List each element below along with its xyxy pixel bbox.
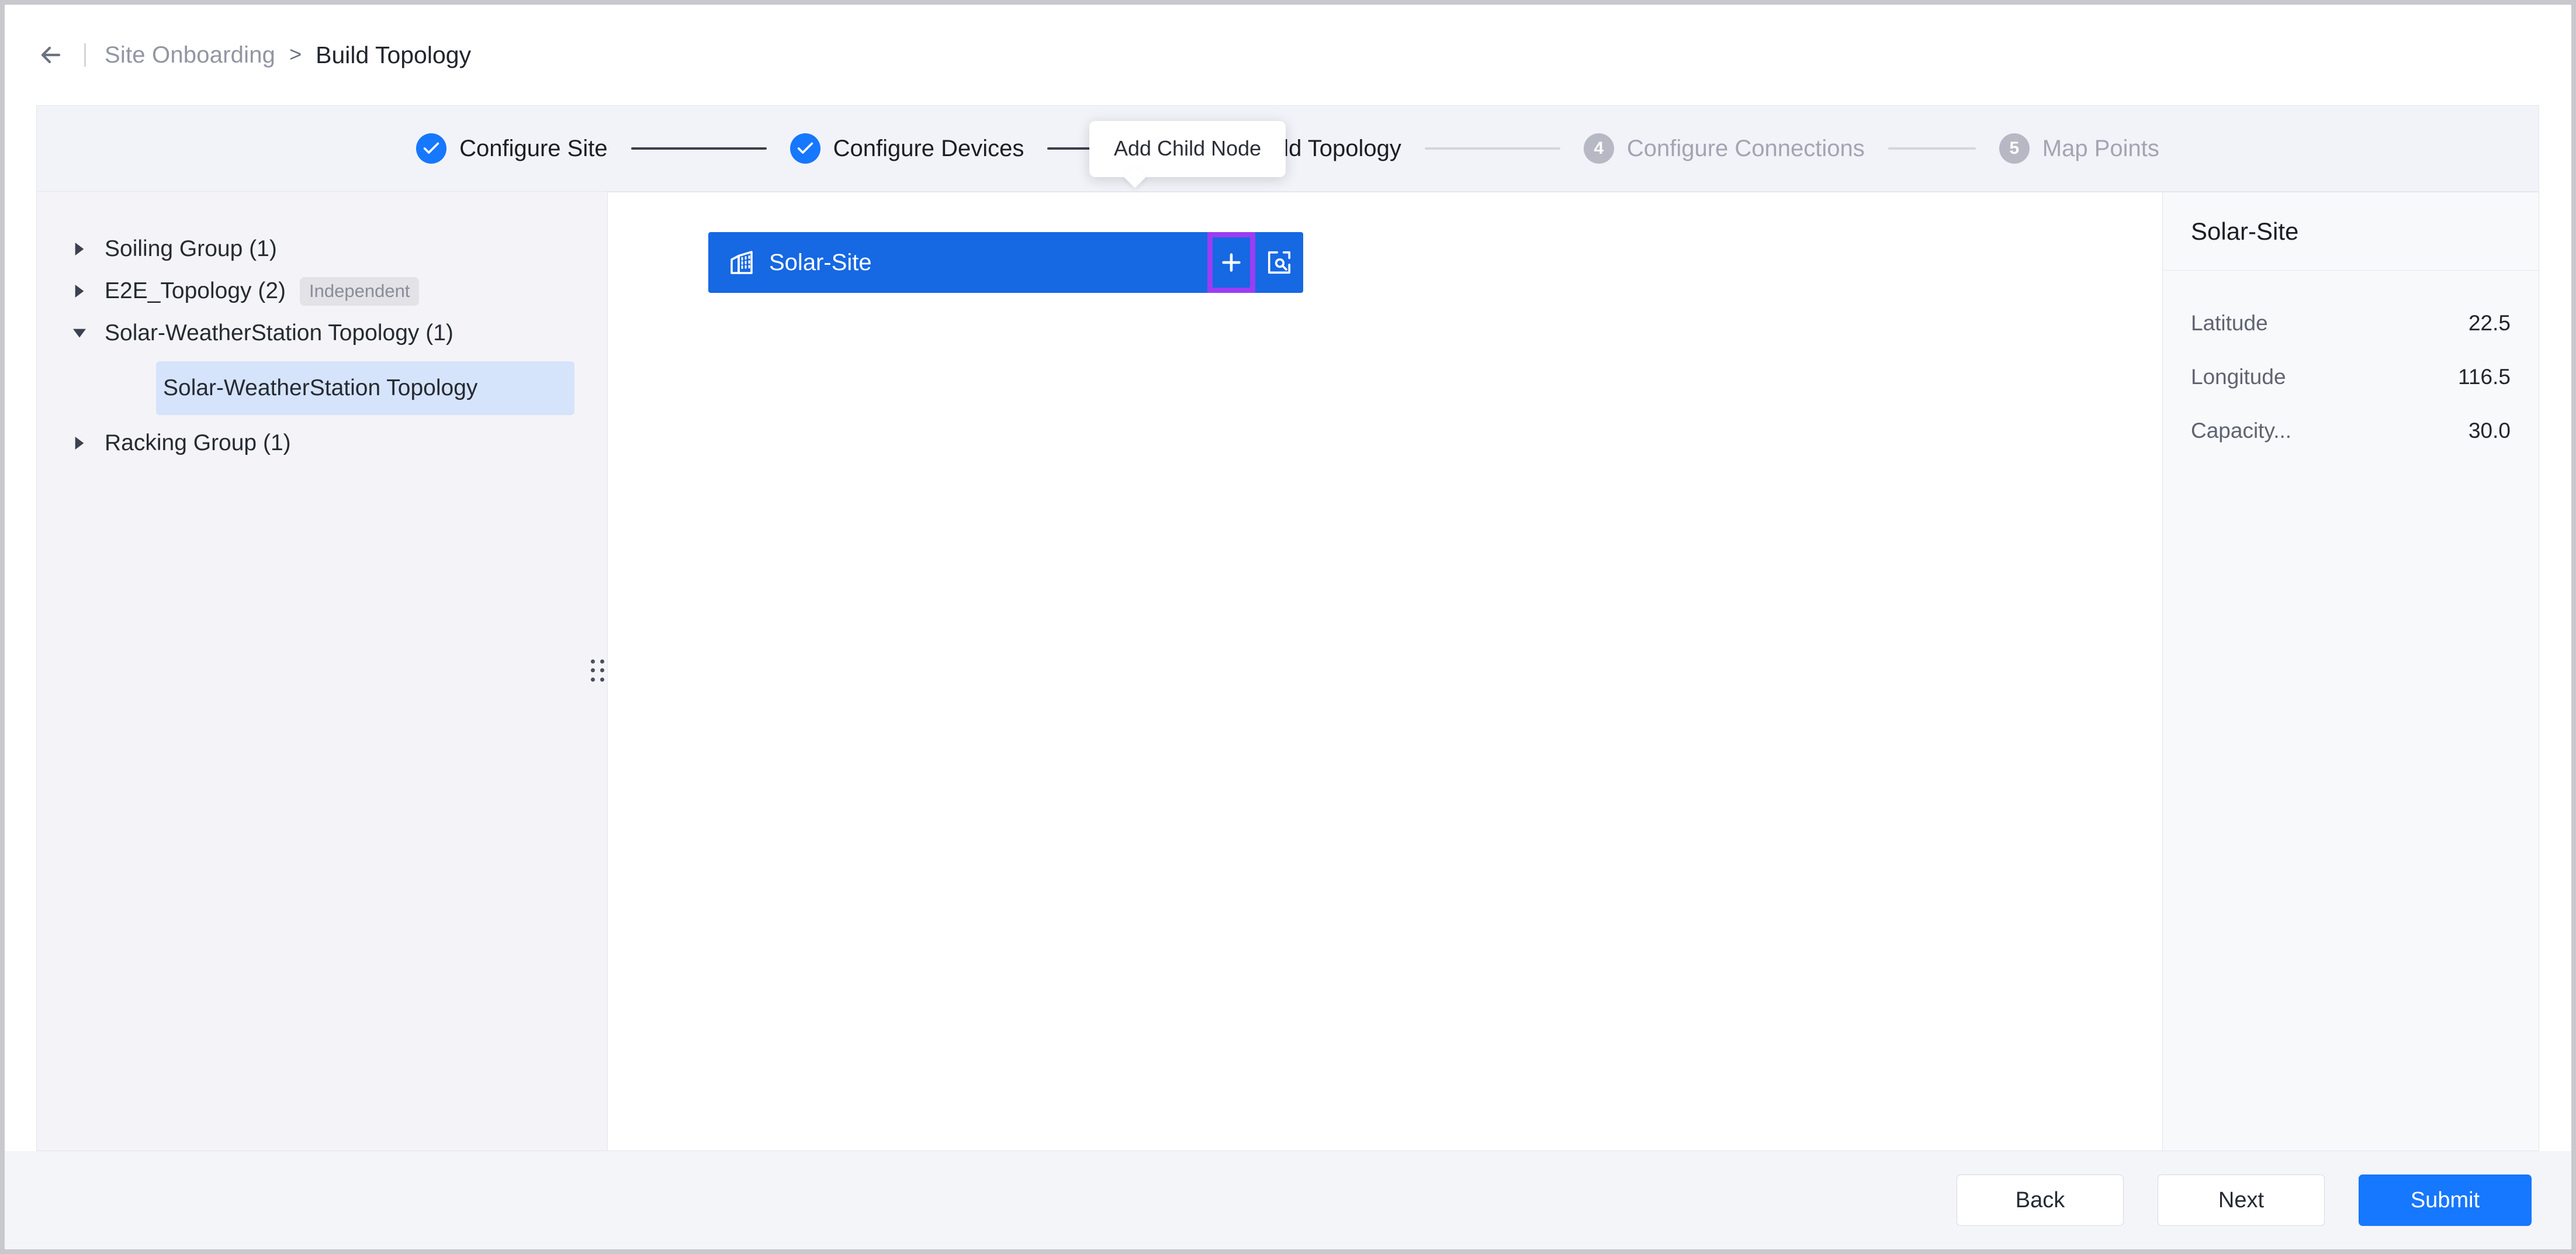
- detail-value: 22.5: [2468, 311, 2511, 335]
- detail-panel-title: Solar-Site: [2163, 192, 2539, 271]
- arrow-left-icon[interactable]: [35, 39, 67, 71]
- add-child-node-button[interactable]: [1207, 232, 1255, 293]
- step-map-points[interactable]: 5 Map Points: [1999, 133, 2159, 164]
- detail-value: 30.0: [2468, 419, 2511, 443]
- submit-button[interactable]: Submit: [2359, 1174, 2532, 1226]
- step-configure-connections[interactable]: 4 Configure Connections: [1583, 133, 1865, 164]
- building-icon: [728, 248, 756, 277]
- app-window: Site Onboarding > Build Topology Configu…: [5, 5, 2571, 1249]
- wizard-footer: Back Next Submit: [5, 1151, 2571, 1249]
- step-label: Configure Site: [459, 135, 608, 161]
- chevron-right-icon[interactable]: [73, 285, 93, 298]
- check-icon: [416, 133, 447, 164]
- breadcrumb-chevron: >: [289, 42, 302, 66]
- back-button[interactable]: Back: [1957, 1174, 2124, 1226]
- next-button[interactable]: Next: [2158, 1174, 2325, 1226]
- step-label: Map Points: [2042, 135, 2159, 161]
- step-number-badge: 5: [1999, 133, 2030, 164]
- detail-key: Capacity...: [2191, 419, 2292, 443]
- topology-canvas[interactable]: Solar-Site Add Child Node: [608, 121, 2162, 1151]
- tree-item-label: E2E_Topology (2): [105, 278, 286, 303]
- detail-properties: Latitude 22.5 Longitude 116.5 Capacity..…: [2163, 271, 2539, 458]
- main-body: Soiling Group (1) E2E_Topology (2) Indep…: [36, 121, 2539, 1151]
- detail-key: Latitude: [2191, 311, 2268, 335]
- tree-item-solar-weatherstation-topology[interactable]: Solar-WeatherStation Topology (1): [37, 312, 607, 354]
- step-number-badge: 4: [1583, 133, 1614, 164]
- handle-dot: [600, 677, 604, 682]
- detail-key: Longitude: [2191, 365, 2286, 389]
- chevron-right-icon[interactable]: [73, 243, 93, 255]
- check-icon: [790, 133, 820, 164]
- chevron-right-icon[interactable]: [73, 437, 93, 450]
- tree-item-racking-group[interactable]: Racking Group (1): [37, 422, 607, 464]
- step-label: Configure Connections: [1626, 135, 1865, 161]
- breadcrumb-divider: [84, 43, 86, 67]
- add-child-node-tooltip: Add Child Node: [1089, 121, 1286, 177]
- panel-resize-handle[interactable]: [591, 659, 605, 683]
- step-configure-devices[interactable]: Configure Devices: [790, 133, 1024, 164]
- breadcrumb: Site Onboarding > Build Topology: [5, 5, 2571, 105]
- tree-item-label: Soiling Group (1): [105, 236, 277, 261]
- topology-node-solar-site[interactable]: Solar-Site Add Child Node: [708, 121, 1303, 293]
- handle-dot: [591, 659, 595, 664]
- detail-row-longitude: Longitude 116.5: [2163, 350, 2539, 404]
- step-configure-site[interactable]: Configure Site: [416, 133, 608, 164]
- tree-child-label: Solar-WeatherStation Topology: [163, 375, 478, 400]
- breadcrumb-current: Build Topology: [316, 41, 472, 68]
- detail-row-latitude: Latitude 22.5: [2163, 296, 2539, 350]
- inspect-node-button[interactable]: [1255, 232, 1303, 293]
- handle-dot: [591, 668, 595, 673]
- chevron-down-icon[interactable]: [73, 327, 93, 340]
- step-connector: [1888, 147, 1976, 150]
- handle-dot: [600, 659, 604, 664]
- handle-dot: [600, 668, 604, 673]
- breadcrumb-parent-link[interactable]: Site Onboarding: [105, 42, 275, 68]
- tree-item-e2e-topology[interactable]: E2E_Topology (2) Independent: [37, 270, 607, 312]
- node-detail-panel: Solar-Site Latitude 22.5 Longitude 116.5…: [2162, 192, 2539, 1151]
- detail-row-capacity: Capacity... 30.0: [2163, 404, 2539, 458]
- independent-badge: Independent: [300, 277, 420, 306]
- wizard-stepper: Configure Site Configure Devices 3 Build…: [36, 105, 2539, 192]
- tree-item-label: Racking Group (1): [105, 430, 291, 455]
- tree-item-soiling-group[interactable]: Soiling Group (1): [37, 228, 607, 270]
- step-connector: [631, 147, 767, 150]
- detail-value: 116.5: [2458, 365, 2511, 389]
- tree-item-label: Solar-WeatherStation Topology (1): [105, 320, 453, 346]
- topology-tree: Soiling Group (1) E2E_Topology (2) Indep…: [37, 192, 607, 464]
- node-title: Solar-Site: [769, 249, 872, 275]
- topology-tree-panel: Soiling Group (1) E2E_Topology (2) Indep…: [36, 192, 608, 1151]
- step-connector: [1424, 147, 1560, 150]
- node-actions: [1207, 232, 1303, 293]
- tree-child-solar-weatherstation-topology[interactable]: Solar-WeatherStation Topology: [156, 361, 574, 415]
- handle-dot: [591, 677, 595, 682]
- step-label: Configure Devices: [833, 135, 1024, 161]
